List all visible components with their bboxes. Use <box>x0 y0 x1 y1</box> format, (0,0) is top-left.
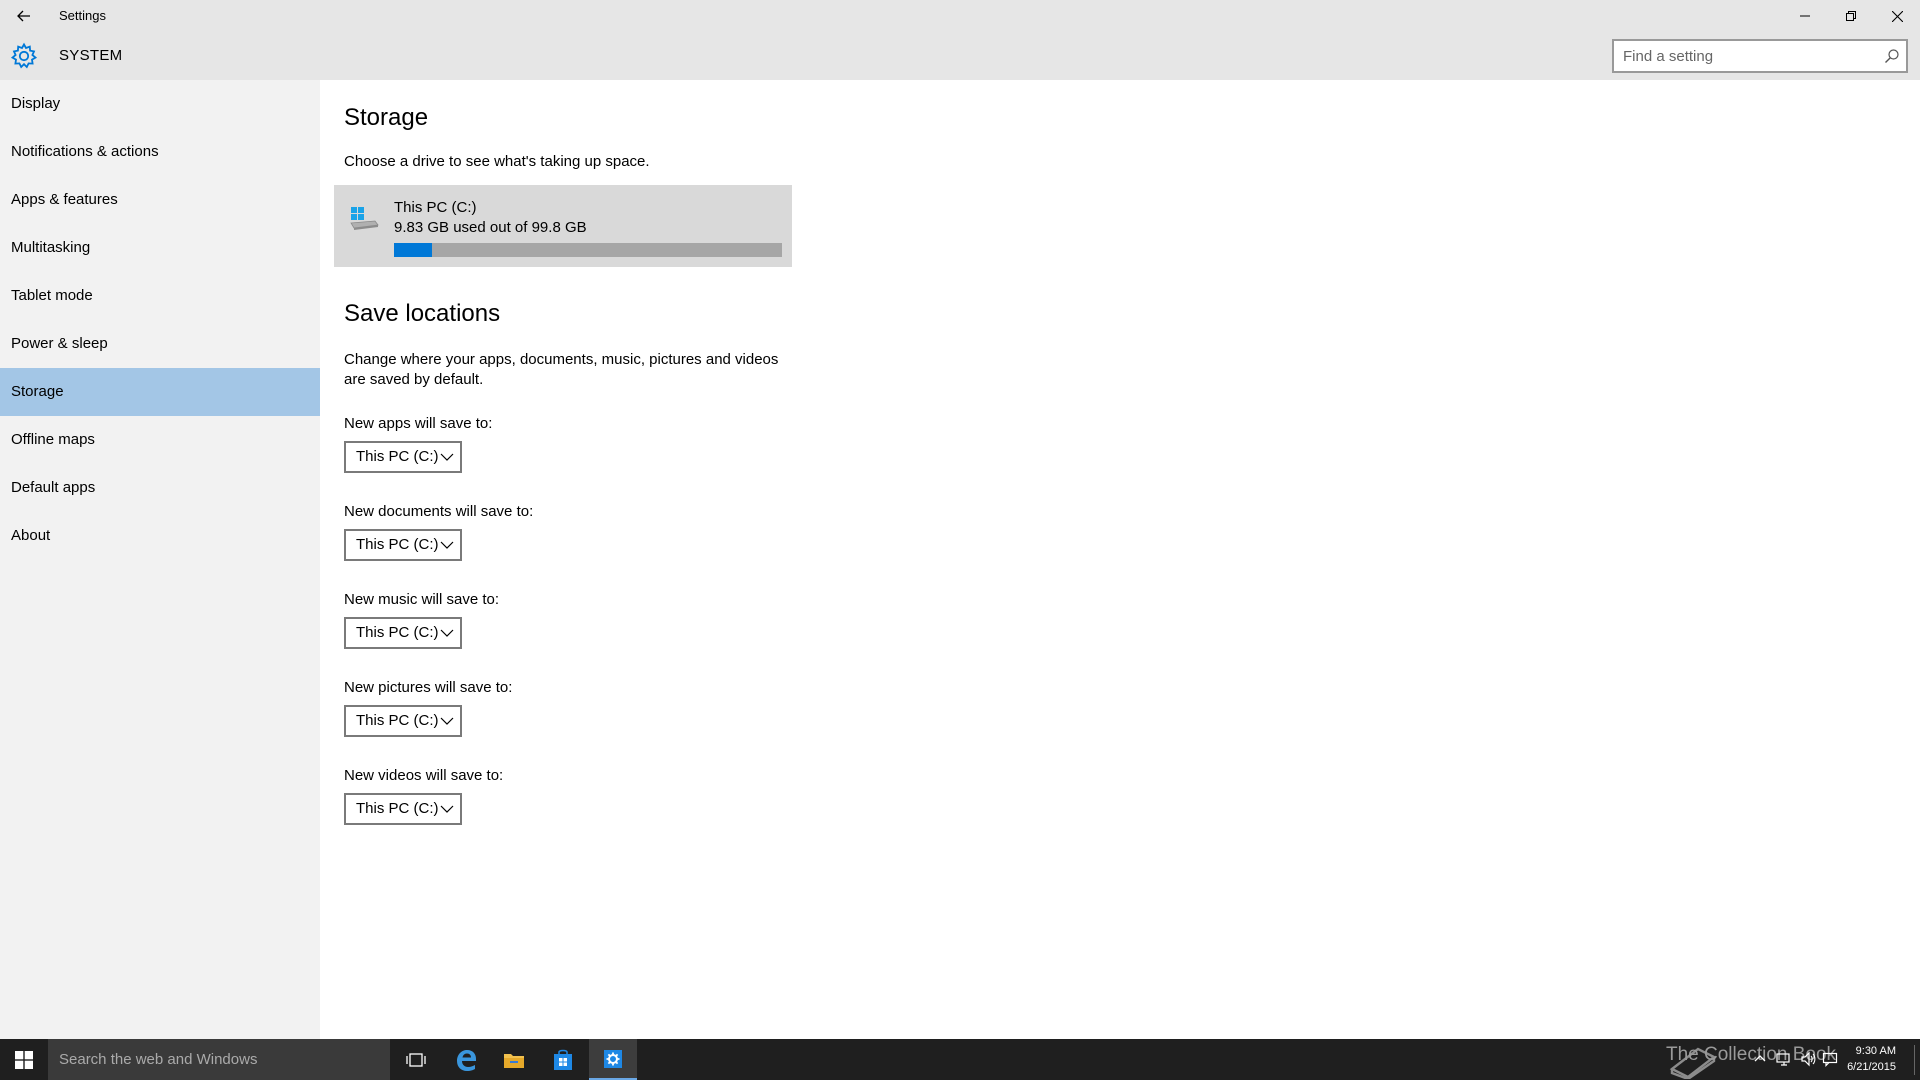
clock-time: 9:30 AM <box>1855 1045 1896 1057</box>
minimize-icon <box>1800 15 1810 17</box>
sidebar-item-storage[interactable]: Storage <box>0 368 320 416</box>
sidebar-item-power-sleep[interactable]: Power & sleep <box>0 320 320 368</box>
storage-description: Choose a drive to see what's taking up s… <box>344 153 650 170</box>
music-save-dropdown[interactable]: This PC (C:) <box>344 617 462 649</box>
settings-gear-icon <box>604 1049 622 1068</box>
page-title: SYSTEM <box>59 47 123 64</box>
gear-icon <box>10 42 38 69</box>
chevron-down-icon <box>440 629 454 637</box>
apps-save-label: New apps will save to: <box>344 415 493 432</box>
music-save-value: This PC (C:) <box>356 624 439 641</box>
volume-icon[interactable] <box>1800 1051 1816 1067</box>
chevron-down-icon <box>440 805 454 813</box>
drive-tile[interactable]: This PC (C:) 9.83 GB used out of 99.8 GB <box>334 185 792 267</box>
restore-button[interactable] <box>1828 0 1874 32</box>
store-icon <box>554 1049 572 1070</box>
close-icon <box>1891 10 1903 22</box>
back-arrow-icon <box>17 10 30 22</box>
documents-save-dropdown[interactable]: This PC (C:) <box>344 529 462 561</box>
search-input[interactable] <box>1614 41 1874 71</box>
save-locations-heading: Save locations <box>344 300 501 327</box>
drive-usage: 9.83 GB used out of 99.8 GB <box>394 219 587 236</box>
message-icon[interactable] <box>1822 1051 1838 1067</box>
file-explorer-button[interactable] <box>490 1039 538 1080</box>
task-view-button[interactable] <box>392 1039 440 1080</box>
store-button[interactable] <box>539 1039 587 1080</box>
clock-date: 6/21/2015 <box>1847 1061 1896 1073</box>
chevron-down-icon <box>440 717 454 725</box>
sidebar-item-about[interactable]: About <box>0 512 320 560</box>
sidebar-item-default-apps[interactable]: Default apps <box>0 464 320 512</box>
sidebar-item-offline-maps[interactable]: Offline maps <box>0 416 320 464</box>
edge-icon <box>457 1049 476 1071</box>
network-icon[interactable] <box>1776 1051 1792 1067</box>
sidebar-item-multitasking[interactable]: Multitasking <box>0 224 320 272</box>
restore-icon <box>1846 11 1856 21</box>
show-desktop-divider[interactable] <box>1914 1045 1915 1075</box>
main-content: Storage Choose a drive to see what's tak… <box>320 80 1920 1039</box>
drive-name: This PC (C:) <box>394 199 477 216</box>
apps-save-value: This PC (C:) <box>356 448 439 465</box>
drive-icon <box>350 207 379 230</box>
sidebar-item-apps-features[interactable]: Apps & features <box>0 176 320 224</box>
task-view-icon <box>406 1052 426 1067</box>
taskbar-search[interactable] <box>48 1039 390 1080</box>
sidebar: Display Notifications & actions Apps & f… <box>0 80 320 1039</box>
save-locations-desc-line1: Change where your apps, documents, music… <box>344 351 779 368</box>
save-locations-desc-line2: are saved by default. <box>344 371 484 388</box>
chevron-down-icon <box>440 453 454 461</box>
close-button[interactable] <box>1874 0 1920 32</box>
music-save-label: New music will save to: <box>344 591 500 608</box>
pictures-save-value: This PC (C:) <box>356 712 439 729</box>
settings-taskbar-button[interactable] <box>589 1039 637 1080</box>
apps-save-dropdown[interactable]: This PC (C:) <box>344 441 462 473</box>
documents-save-label: New documents will save to: <box>344 503 534 520</box>
windows-logo-icon <box>15 1050 33 1069</box>
settings-header: SYSTEM <box>0 32 1920 80</box>
sidebar-item-display[interactable]: Display <box>0 80 320 128</box>
pictures-save-dropdown[interactable]: This PC (C:) <box>344 705 462 737</box>
videos-save-value: This PC (C:) <box>356 800 439 817</box>
start-button[interactable] <box>0 1039 48 1080</box>
search-box[interactable] <box>1612 39 1908 73</box>
storage-heading: Storage <box>344 104 429 131</box>
window-title: Settings <box>59 8 106 23</box>
drive-usage-bar-fill <box>394 243 433 257</box>
edge-button[interactable] <box>442 1039 490 1080</box>
minimize-button[interactable] <box>1782 0 1828 32</box>
sidebar-item-notifications[interactable]: Notifications & actions <box>0 128 320 176</box>
taskbar-search-input[interactable] <box>48 1039 390 1080</box>
documents-save-value: This PC (C:) <box>356 536 439 553</box>
chevron-up-icon[interactable] <box>1752 1051 1768 1067</box>
title-bar: Settings <box>0 0 1920 32</box>
search-icon[interactable] <box>1884 48 1900 64</box>
sidebar-item-tablet-mode[interactable]: Tablet mode <box>0 272 320 320</box>
videos-save-dropdown[interactable]: This PC (C:) <box>344 793 462 825</box>
clock[interactable]: 9:30 AM 6/21/2015 <box>1838 1043 1918 1075</box>
drive-usage-bar <box>394 243 782 257</box>
taskbar: The Collection Book 9:30 AM 6/21/2015 <box>0 1039 1920 1080</box>
folder-icon <box>504 1053 524 1068</box>
chevron-down-icon <box>440 541 454 549</box>
videos-save-label: New videos will save to: <box>344 767 504 784</box>
back-button[interactable] <box>0 0 48 32</box>
pictures-save-label: New pictures will save to: <box>344 679 513 696</box>
